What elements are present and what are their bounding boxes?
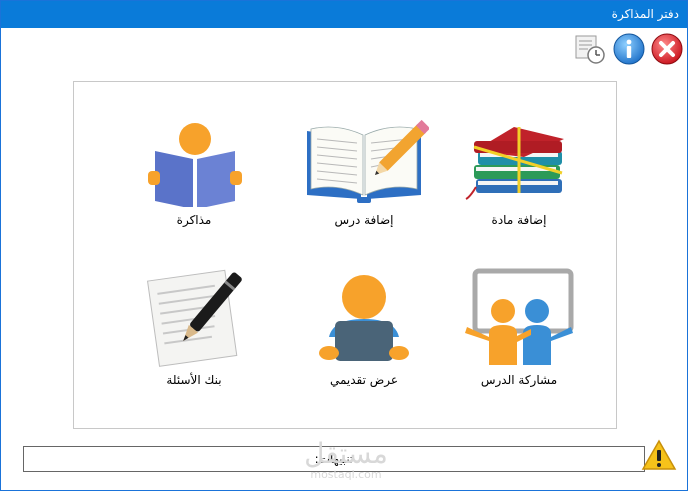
study-tile[interactable]: مذاكرة — [119, 117, 269, 247]
presentation-tile[interactable]: عرض تقديمي — [289, 267, 439, 397]
add-subject-tile[interactable]: إضافة مادة — [444, 117, 594, 247]
watermark: مستقل mostaql.com — [291, 439, 401, 483]
stacked-books-icon — [465, 127, 564, 200]
question-bank-tile[interactable]: بنك الأسئلة — [119, 267, 269, 397]
tile-label: مشاركة الدرس — [480, 373, 558, 387]
presenter-laptop-icon — [319, 275, 409, 361]
paper-pen-icon — [146, 269, 242, 367]
tile-label: عرض تقديمي — [329, 373, 399, 387]
tile-label: بنك الأسئلة — [166, 373, 222, 387]
window-title: دفتر المذاكرة — [611, 7, 679, 21]
info-icon[interactable] — [613, 33, 645, 65]
tile-label: إضافة درس — [334, 213, 394, 227]
add-lesson-tile[interactable]: إضافة درس — [289, 117, 439, 247]
share-lesson-tile[interactable]: مشاركة الدرس — [444, 267, 594, 397]
app-window: دفتر المذاكرة إضافة مادة إضافة درس مذاكر… — [0, 0, 688, 491]
sharing-people-icon — [465, 268, 574, 365]
watermark-url: mostaql.com — [310, 468, 382, 481]
title-bar: دفتر المذاكرة — [1, 1, 687, 28]
history-clock-icon[interactable] — [574, 33, 606, 65]
tile-label: إضافة مادة — [491, 213, 547, 227]
close-icon[interactable] — [651, 33, 683, 65]
main-panel: إضافة مادة إضافة درس مذاكرة مشاركة الدرس… — [73, 81, 617, 429]
watermark-brand: مستقل — [304, 437, 388, 470]
warning-icon — [641, 439, 677, 471]
reading-person-icon — [148, 123, 242, 207]
open-book-pencil-icon — [307, 119, 429, 203]
tile-label: مذاكرة — [176, 213, 212, 227]
